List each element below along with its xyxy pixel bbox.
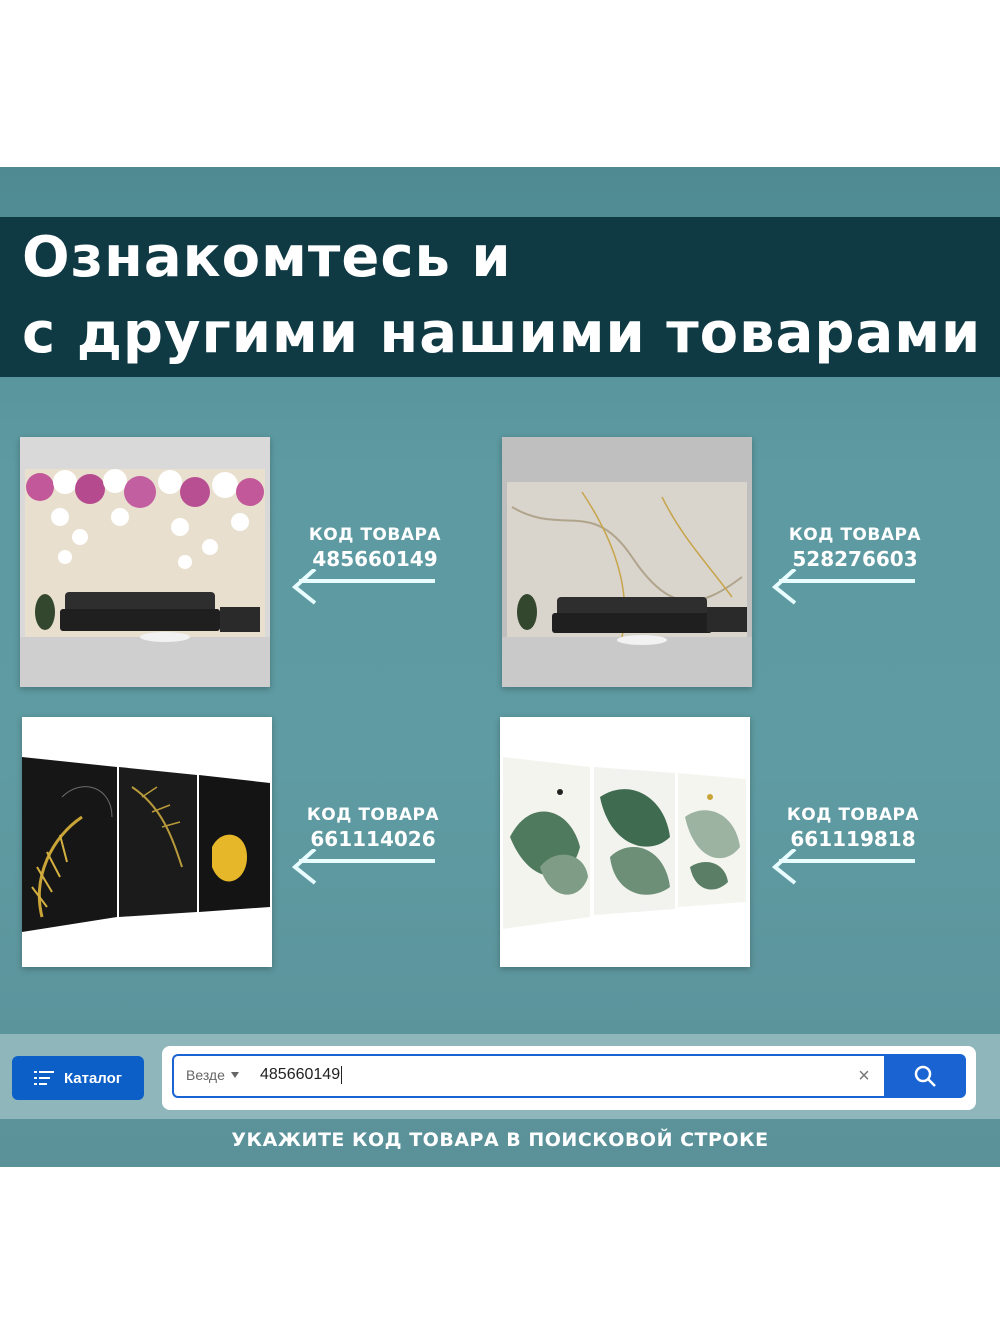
product-code-value[interactable]: 661119818	[778, 827, 928, 851]
catalog-button-label: Каталог	[63, 1069, 123, 1087]
search-query: 485660149	[260, 1066, 343, 1084]
search-icon	[914, 1065, 936, 1087]
product-code-value[interactable]: 528276603	[780, 547, 930, 571]
arrow-left-icon	[771, 849, 915, 885]
product-image-monstera[interactable]	[500, 717, 750, 967]
product-code-label: КОД ТОВАРА	[786, 805, 920, 825]
product-code-label: КОД ТОВАРА	[306, 805, 440, 825]
promo-panel: Ознакомтесь и с другими нашими товарами …	[0, 167, 1000, 1167]
page-title-line-2: с другими нашими товарами	[22, 301, 982, 366]
arrow-left-icon	[291, 849, 435, 885]
catalog-button[interactable]: Каталог	[12, 1056, 144, 1100]
search-scope-value: Везде	[186, 1067, 225, 1083]
product-code-4: КОД ТОВАРА 661119818	[778, 805, 928, 851]
search-input[interactable]: Везде 485660149 ×	[172, 1054, 884, 1098]
menu-icon	[33, 1071, 54, 1085]
product-code-value[interactable]: 485660149	[300, 547, 450, 571]
product-code-label: КОД ТОВАРА	[788, 525, 922, 545]
product-code-value[interactable]: 661114026	[298, 827, 448, 851]
close-icon[interactable]: ×	[852, 1064, 876, 1088]
arrow-left-icon	[291, 569, 435, 605]
product-image-orchid[interactable]	[20, 437, 270, 687]
chevron-down-icon	[230, 1072, 239, 1078]
product-code-2: КОД ТОВАРА 528276603	[780, 525, 930, 571]
page-title-line-1: Ознакомтесь и	[22, 225, 512, 290]
search-button[interactable]	[884, 1054, 966, 1098]
product-code-label: КОД ТОВАРА	[308, 525, 442, 545]
product-image-gold-leaves[interactable]	[22, 717, 272, 967]
product-code-1: КОД ТОВАРА 485660149	[300, 525, 450, 571]
search-scope-select[interactable]: Везде	[186, 1067, 239, 1083]
arrow-left-icon	[771, 569, 915, 605]
search-container: Везде 485660149 ×	[162, 1046, 976, 1110]
search-hint: УКАЖИТЕ КОД ТОВАРА В ПОИСКОВОЙ СТРОКЕ	[231, 1129, 769, 1151]
search-bar-mockup: Каталог Везде 485660149 ×	[0, 1034, 1000, 1119]
product-image-marble[interactable]	[502, 437, 752, 687]
product-code-3: КОД ТОВАРА 661114026	[298, 805, 448, 851]
